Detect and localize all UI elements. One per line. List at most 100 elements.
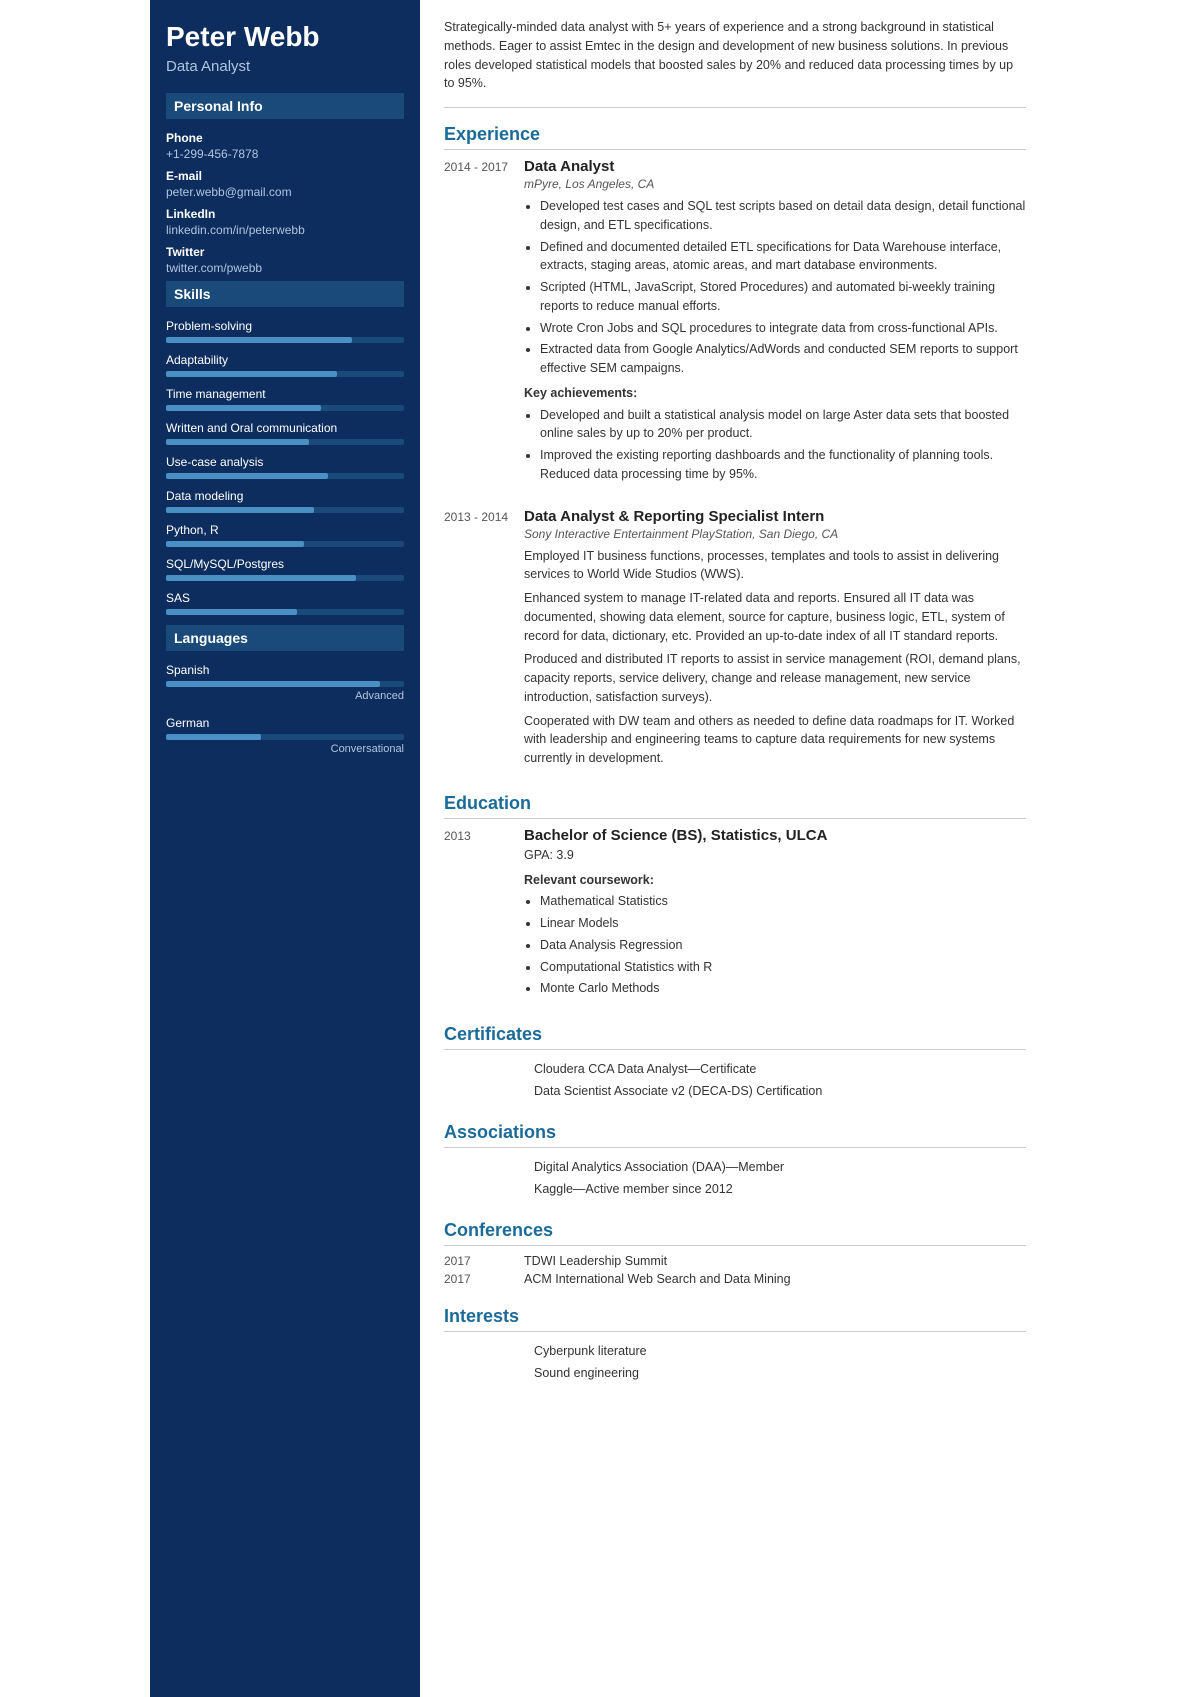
- skill-bar-bg: [166, 371, 404, 377]
- skill-bar-fill: [166, 371, 337, 377]
- interests-title: Interests: [444, 1306, 1026, 1332]
- language-level: Advanced: [166, 690, 404, 702]
- experience-body: Employed IT business functions, processe…: [524, 547, 1026, 768]
- experience-paragraph: Enhanced system to manage IT-related dat…: [524, 589, 1026, 645]
- conference-name: TDWI Leadership Summit: [524, 1254, 667, 1268]
- summary-text: Strategically-minded data analyst with 5…: [444, 18, 1026, 108]
- skills-list: Problem-solving Adaptability Time manage…: [166, 319, 404, 615]
- personal-info-header: Personal Info: [166, 93, 404, 119]
- skill-bar-fill: [166, 337, 352, 343]
- main-content: Strategically-minded data analyst with 5…: [420, 0, 1050, 1697]
- sidebar: Peter Webb Data Analyst Personal Info Ph…: [150, 0, 420, 1697]
- skill-item: Use-case analysis: [166, 455, 404, 479]
- candidate-title: Data Analyst: [166, 58, 404, 75]
- experience-list: 2014 - 2017 Data Analyst mPyre, Los Ange…: [444, 158, 1026, 773]
- experience-title-text: Data Analyst: [524, 158, 1026, 175]
- language-item: German Conversational: [166, 716, 404, 755]
- certificates-title: Certificates: [444, 1024, 1026, 1050]
- skill-bar-fill: [166, 609, 297, 615]
- language-item: Spanish Advanced: [166, 663, 404, 702]
- conferences-title: Conferences: [444, 1220, 1026, 1246]
- certificate-item: Data Scientist Associate v2 (DECA-DS) Ce…: [444, 1080, 1026, 1102]
- education-degree: Bachelor of Science (BS), Statistics, UL…: [524, 827, 1026, 844]
- language-name: German: [166, 716, 404, 730]
- linkedin-label: LinkedIn: [166, 207, 404, 221]
- skill-name: Data modeling: [166, 489, 404, 503]
- twitter-label: Twitter: [166, 245, 404, 259]
- experience-title: Experience: [444, 124, 1026, 150]
- association-item: Kaggle—Active member since 2012: [444, 1178, 1026, 1200]
- experience-subtitle: mPyre, Los Angeles, CA: [524, 177, 1026, 191]
- language-bar-bg: [166, 681, 404, 687]
- interest-item: Sound engineering: [444, 1362, 1026, 1384]
- skill-name: Python, R: [166, 523, 404, 537]
- experience-date: 2013 - 2014: [444, 508, 524, 773]
- skill-name: Adaptability: [166, 353, 404, 367]
- associations-section: Associations Digital Analytics Associati…: [444, 1122, 1026, 1200]
- coursework-list: Mathematical StatisticsLinear ModelsData…: [524, 892, 1026, 998]
- languages-header: Languages: [166, 625, 404, 651]
- skills-header: Skills: [166, 281, 404, 307]
- skill-item: Data modeling: [166, 489, 404, 513]
- skill-item: SQL/MySQL/Postgres: [166, 557, 404, 581]
- twitter-value: twitter.com/pwebb: [166, 261, 404, 275]
- language-bar-fill: [166, 734, 261, 740]
- conferences-section: Conferences 2017 TDWI Leadership Summit …: [444, 1220, 1026, 1286]
- experience-bullet: Scripted (HTML, JavaScript, Stored Proce…: [540, 278, 1026, 316]
- coursework-item: Data Analysis Regression: [540, 936, 1026, 955]
- conference-entry: 2017 TDWI Leadership Summit: [444, 1254, 1026, 1268]
- experience-subtitle: Sony Interactive Entertainment PlayStati…: [524, 527, 1026, 541]
- skill-bar-bg: [166, 609, 404, 615]
- association-item: Digital Analytics Association (DAA)—Memb…: [444, 1156, 1026, 1178]
- experience-bullet: Wrote Cron Jobs and SQL procedures to in…: [540, 319, 1026, 338]
- email-value: peter.webb@gmail.com: [166, 185, 404, 199]
- coursework-item: Computational Statistics with R: [540, 958, 1026, 977]
- experience-title-text: Data Analyst & Reporting Specialist Inte…: [524, 508, 1026, 525]
- conference-date: 2017: [444, 1272, 524, 1286]
- experience-entry: 2014 - 2017 Data Analyst mPyre, Los Ange…: [444, 158, 1026, 490]
- experience-entry: 2013 - 2014 Data Analyst & Reporting Spe…: [444, 508, 1026, 773]
- education-gpa: GPA: 3.9: [524, 846, 1026, 865]
- interest-item: Cyberpunk literature: [444, 1340, 1026, 1362]
- skill-bar-bg: [166, 405, 404, 411]
- skill-item: SAS: [166, 591, 404, 615]
- education-body: GPA: 3.9 Relevant coursework:Mathematica…: [524, 846, 1026, 998]
- language-bar-fill: [166, 681, 380, 687]
- skill-bar-bg: [166, 439, 404, 445]
- certificate-item: Cloudera CCA Data Analyst—Certificate: [444, 1058, 1026, 1080]
- experience-body: Developed test cases and SQL test script…: [524, 197, 1026, 484]
- skill-name: SAS: [166, 591, 404, 605]
- skill-bar-bg: [166, 541, 404, 547]
- experience-paragraph: Employed IT business functions, processe…: [524, 547, 1026, 585]
- experience-paragraph: Cooperated with DW team and others as ne…: [524, 712, 1026, 768]
- experience-date: 2014 - 2017: [444, 158, 524, 490]
- skill-bar-bg: [166, 337, 404, 343]
- achievement-item: Developed and built a statistical analys…: [540, 406, 1026, 444]
- certificates-section: Certificates Cloudera CCA Data Analyst—C…: [444, 1024, 1026, 1102]
- associations-title: Associations: [444, 1122, 1026, 1148]
- experience-bullet: Defined and documented detailed ETL spec…: [540, 238, 1026, 276]
- experience-content: Data Analyst & Reporting Specialist Inte…: [524, 508, 1026, 773]
- conference-date: 2017: [444, 1254, 524, 1268]
- skill-name: Time management: [166, 387, 404, 401]
- skill-bar-fill: [166, 507, 314, 513]
- skill-name: Written and Oral communication: [166, 421, 404, 435]
- candidate-name: Peter Webb: [166, 20, 404, 54]
- education-section: Education 2013 Bachelor of Science (BS),…: [444, 793, 1026, 1004]
- experience-bullet: Extracted data from Google Analytics/AdW…: [540, 340, 1026, 378]
- skill-name: Use-case analysis: [166, 455, 404, 469]
- coursework-item: Mathematical Statistics: [540, 892, 1026, 911]
- education-list: 2013 Bachelor of Science (BS), Statistic…: [444, 827, 1026, 1004]
- skill-bar-fill: [166, 541, 304, 547]
- conference-name: ACM International Web Search and Data Mi…: [524, 1272, 791, 1286]
- experience-bullets: Developed test cases and SQL test script…: [524, 197, 1026, 378]
- language-name: Spanish: [166, 663, 404, 677]
- conferences-list: 2017 TDWI Leadership Summit 2017 ACM Int…: [444, 1254, 1026, 1286]
- skill-bar-fill: [166, 405, 321, 411]
- experience-bullet: Developed test cases and SQL test script…: [540, 197, 1026, 235]
- achievements-label: Key achievements:: [524, 384, 1026, 403]
- education-content: Bachelor of Science (BS), Statistics, UL…: [524, 827, 1026, 1004]
- interests-list: Cyberpunk literatureSound engineering: [444, 1340, 1026, 1384]
- skill-item: Python, R: [166, 523, 404, 547]
- education-date: 2013: [444, 827, 524, 1004]
